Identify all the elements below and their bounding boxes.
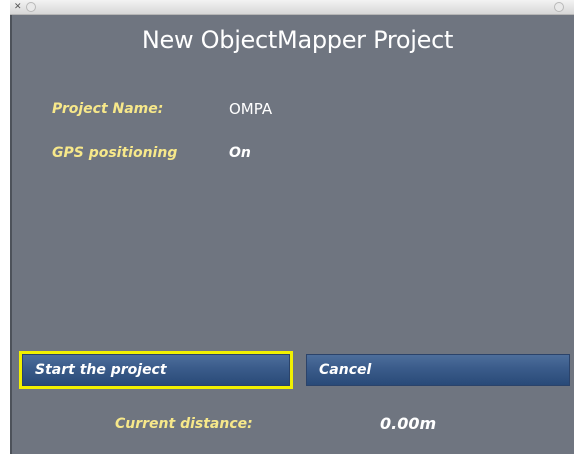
current-distance-label: Current distance:: [115, 416, 253, 432]
dialog-title: New ObjectMapper Project: [141, 26, 454, 54]
project-name-label: Project Name:: [52, 101, 164, 117]
dialog-panel: [12, 15, 574, 454]
close-icon[interactable]: ✕: [14, 1, 22, 13]
project-name-value: OMPA: [229, 100, 273, 118]
current-distance-value: 0.00m: [380, 414, 437, 433]
start-project-button[interactable]: Start the project: [19, 351, 293, 389]
cancel-button[interactable]: Cancel: [306, 354, 570, 386]
gps-positioning-label: GPS positioning: [52, 145, 178, 161]
app-window: ✕ New ObjectMapper Project Project Name:…: [0, 0, 574, 454]
gps-positioning-value[interactable]: On: [229, 145, 251, 161]
window-titlebar: ✕: [10, 0, 574, 15]
maximize-circle-icon[interactable]: [554, 2, 564, 12]
minimize-circle-icon[interactable]: [26, 2, 36, 12]
